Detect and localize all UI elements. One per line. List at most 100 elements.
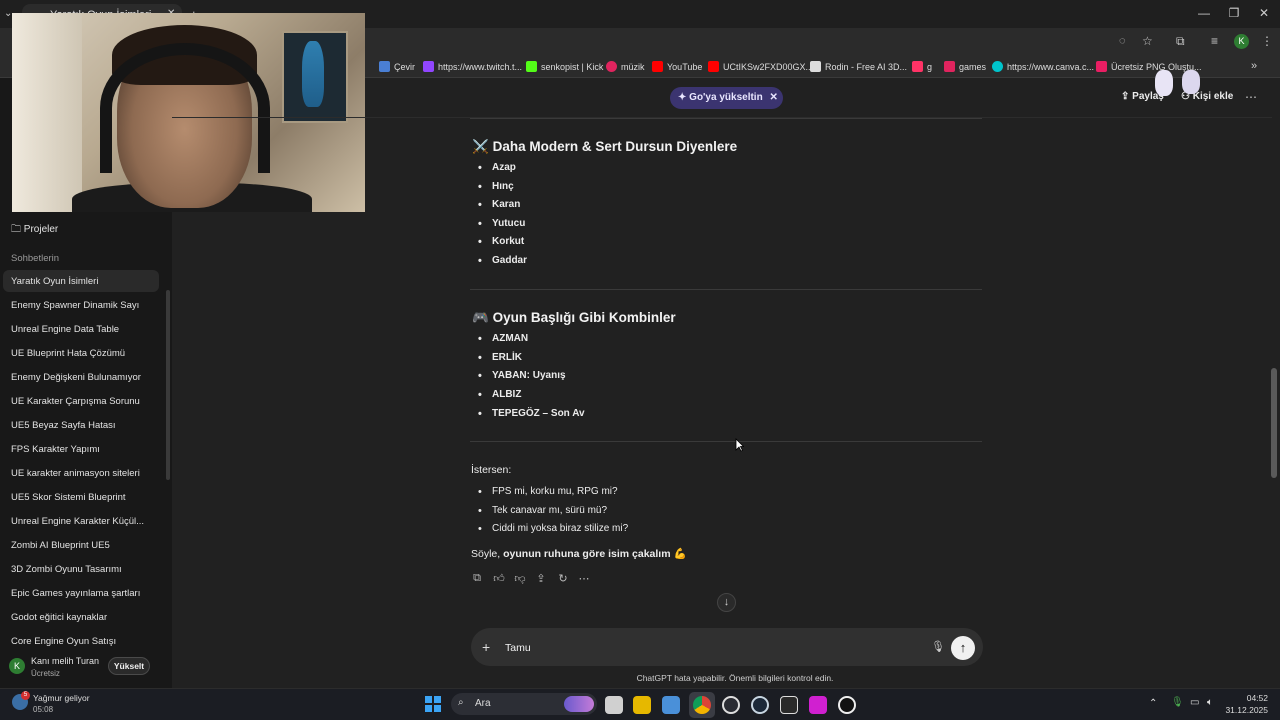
twitch-app-icon[interactable] (809, 696, 827, 714)
tray-chevron-icon[interactable]: ⌃ (1149, 698, 1157, 709)
twitch-icon (423, 61, 434, 72)
list-item: ALBIZ (478, 389, 522, 401)
bookmark-games[interactable]: games (944, 61, 986, 72)
task-view-icon[interactable] (605, 696, 623, 714)
swords-icon: ⚔️ (472, 139, 489, 154)
more-options-icon[interactable]: ⋯ (577, 572, 591, 586)
list-item: Korkut (478, 236, 524, 248)
microphone-tray-icon[interactable]: 🎙︎ (1171, 697, 1184, 708)
sidebar-chat-item[interactable]: UE5 Beyaz Sayfa Hatası (3, 414, 159, 436)
eye-off-icon[interactable]: ◌ (1119, 35, 1126, 47)
main-scrollbar[interactable] (1271, 368, 1277, 478)
search-icon: ⌕ (458, 697, 464, 708)
plus-icon[interactable]: + (482, 639, 490, 655)
sidebar-chat-item[interactable]: 3D Zombi Oyunu Tasarımı (3, 558, 159, 580)
chats-section-label: Sohbetlerin (11, 253, 60, 264)
more-bookmarks-icon[interactable]: » (1251, 60, 1257, 72)
bookmark-canva[interactable]: https://www.canva.c... (992, 61, 1094, 72)
send-button[interactable]: ↑ (951, 636, 975, 660)
projects-link[interactable]: 🗀 Projeler (11, 222, 58, 239)
sidebar-chat-item[interactable]: Enemy Değişkeni Bulunamıyor (3, 366, 159, 388)
arrow-up-icon: ↑ (959, 640, 967, 655)
maximize-icon[interactable]: ❐ (1224, 6, 1244, 20)
bookmark-channel[interactable]: UCtIKSw2FXD00GX... (708, 61, 813, 72)
go-upgrade-pill[interactable]: ✦ Go'ya yükseltin ✕ (670, 87, 783, 109)
thumbs-up-icon[interactable]: 👍︎ (492, 572, 506, 586)
profile-avatar[interactable]: K (1234, 34, 1249, 49)
weather-title: Yağmur geliyor (33, 693, 90, 703)
list-item: YABAN: Uyanış (478, 370, 565, 382)
close-icon[interactable]: ✕ (769, 92, 777, 103)
chrome-icon[interactable] (693, 696, 711, 714)
bookmark-rodin[interactable]: Rodin - Free AI 3D... (810, 61, 907, 72)
sidebar-chat-item[interactable]: Epic Games yayınlama şartları (3, 582, 159, 604)
sidebar-chat-item[interactable]: Enemy Spawner Dinamik Sayı (3, 294, 159, 316)
composer[interactable] (471, 628, 983, 666)
user-plan: Ücretsiz (31, 669, 60, 678)
sticker-image (1155, 70, 1173, 96)
microphone-icon[interactable]: 🎙︎ (931, 640, 945, 653)
list-item: TEPEGÖZ – Son Av (478, 408, 585, 420)
epic-games-icon[interactable] (780, 696, 798, 714)
user-avatar[interactable]: K (9, 658, 25, 674)
clock-time[interactable]: 04:52 (1232, 693, 1268, 703)
bookmark-kick[interactable]: senkopist | Kick (526, 61, 603, 72)
bookmark-translate[interactable]: Çevir (379, 61, 415, 72)
minimize-icon[interactable]: — (1194, 6, 1214, 20)
sidebar-chat-item[interactable]: Core Engine Oyun Satışı (3, 630, 159, 652)
section-heading: 🎮 Oyun Başlığı Gibi Kombinler (472, 310, 676, 325)
bookmark-youtube[interactable]: YouTube (652, 61, 702, 72)
divider (470, 118, 982, 119)
canva-icon (992, 61, 1003, 72)
file-explorer-icon[interactable] (633, 696, 651, 714)
upgrade-button[interactable]: Yükselt (108, 657, 150, 675)
sidebar-chat-item[interactable]: FPS Karakter Yapımı (3, 438, 159, 460)
list-item: Hınç (478, 181, 513, 193)
windows-start-icon[interactable] (425, 696, 441, 712)
steam-icon[interactable] (751, 696, 769, 714)
browser-menu-icon[interactable]: ⋮ (1261, 34, 1273, 48)
sticker-image (1182, 70, 1200, 94)
extensions-icon[interactable]: ⧉ (1176, 34, 1185, 49)
store-icon[interactable] (662, 696, 680, 714)
sidebar-chat-item[interactable]: UE Blueprint Hata Çözümü (3, 342, 159, 364)
media-icon[interactable]: ≡ (1211, 34, 1218, 48)
sidebar-chat-item[interactable]: Godot eğitici kaynaklar (3, 606, 159, 628)
youtube-icon (708, 61, 719, 72)
share-icon: ⇪ (1121, 91, 1130, 102)
thumbs-down-icon[interactable]: 👎︎ (513, 572, 527, 586)
clock-date[interactable]: 31.12.2025 (1222, 705, 1268, 715)
sidebar-chat-item[interactable]: Unreal Engine Karakter Küçül... (3, 510, 159, 532)
unity-icon[interactable] (722, 696, 740, 714)
list-item: Azap (478, 162, 516, 174)
folder-icon (944, 61, 955, 72)
sidebar-chat-item[interactable]: UE Karakter Çarpışma Sorunu (3, 390, 159, 412)
copy-icon[interactable]: ⧉ (470, 572, 484, 586)
list-item: Karan (478, 199, 521, 211)
sidebar-chat-item[interactable]: Unreal Engine Data Table (3, 318, 159, 340)
close-window-icon[interactable]: ✕ (1254, 6, 1274, 20)
message-input[interactable]: Tamu (505, 642, 531, 654)
g-icon (912, 61, 923, 72)
music-icon (606, 61, 617, 72)
volume-icon[interactable]: 🔈︎ (1207, 697, 1213, 708)
sidebar-chat-item[interactable]: Yaratık Oyun İsimleri (3, 270, 159, 292)
scroll-down-button[interactable]: ↓ (717, 593, 736, 612)
more-options-icon[interactable]: ⋯ (1245, 90, 1257, 104)
share-icon[interactable]: ⇪ (534, 572, 548, 586)
kick-icon (526, 61, 537, 72)
list-item: Tek canavar mı, sürü mü? (478, 505, 607, 517)
webcam-overlay (12, 13, 365, 212)
display-icon[interactable]: ▭ (1190, 697, 1199, 708)
bookmark-g[interactable]: g (912, 61, 932, 72)
sidebar-chat-item[interactable]: Zombi AI Blueprint UE5 (3, 534, 159, 556)
unreal-engine-icon[interactable] (838, 696, 856, 714)
rodin-icon (810, 61, 821, 72)
bookmark-music[interactable]: müzik (606, 61, 645, 72)
sidebar-chat-item[interactable]: UE5 Skor Sistemi Blueprint (3, 486, 159, 508)
sidebar-scrollbar[interactable] (166, 290, 170, 480)
sidebar-chat-item[interactable]: UE karakter animasyon siteleri (3, 462, 159, 484)
regenerate-icon[interactable]: ↻ (556, 572, 570, 586)
star-icon[interactable]: ☆ (1142, 34, 1153, 48)
bookmark-twitch[interactable]: https://www.twitch.t... (423, 61, 522, 72)
